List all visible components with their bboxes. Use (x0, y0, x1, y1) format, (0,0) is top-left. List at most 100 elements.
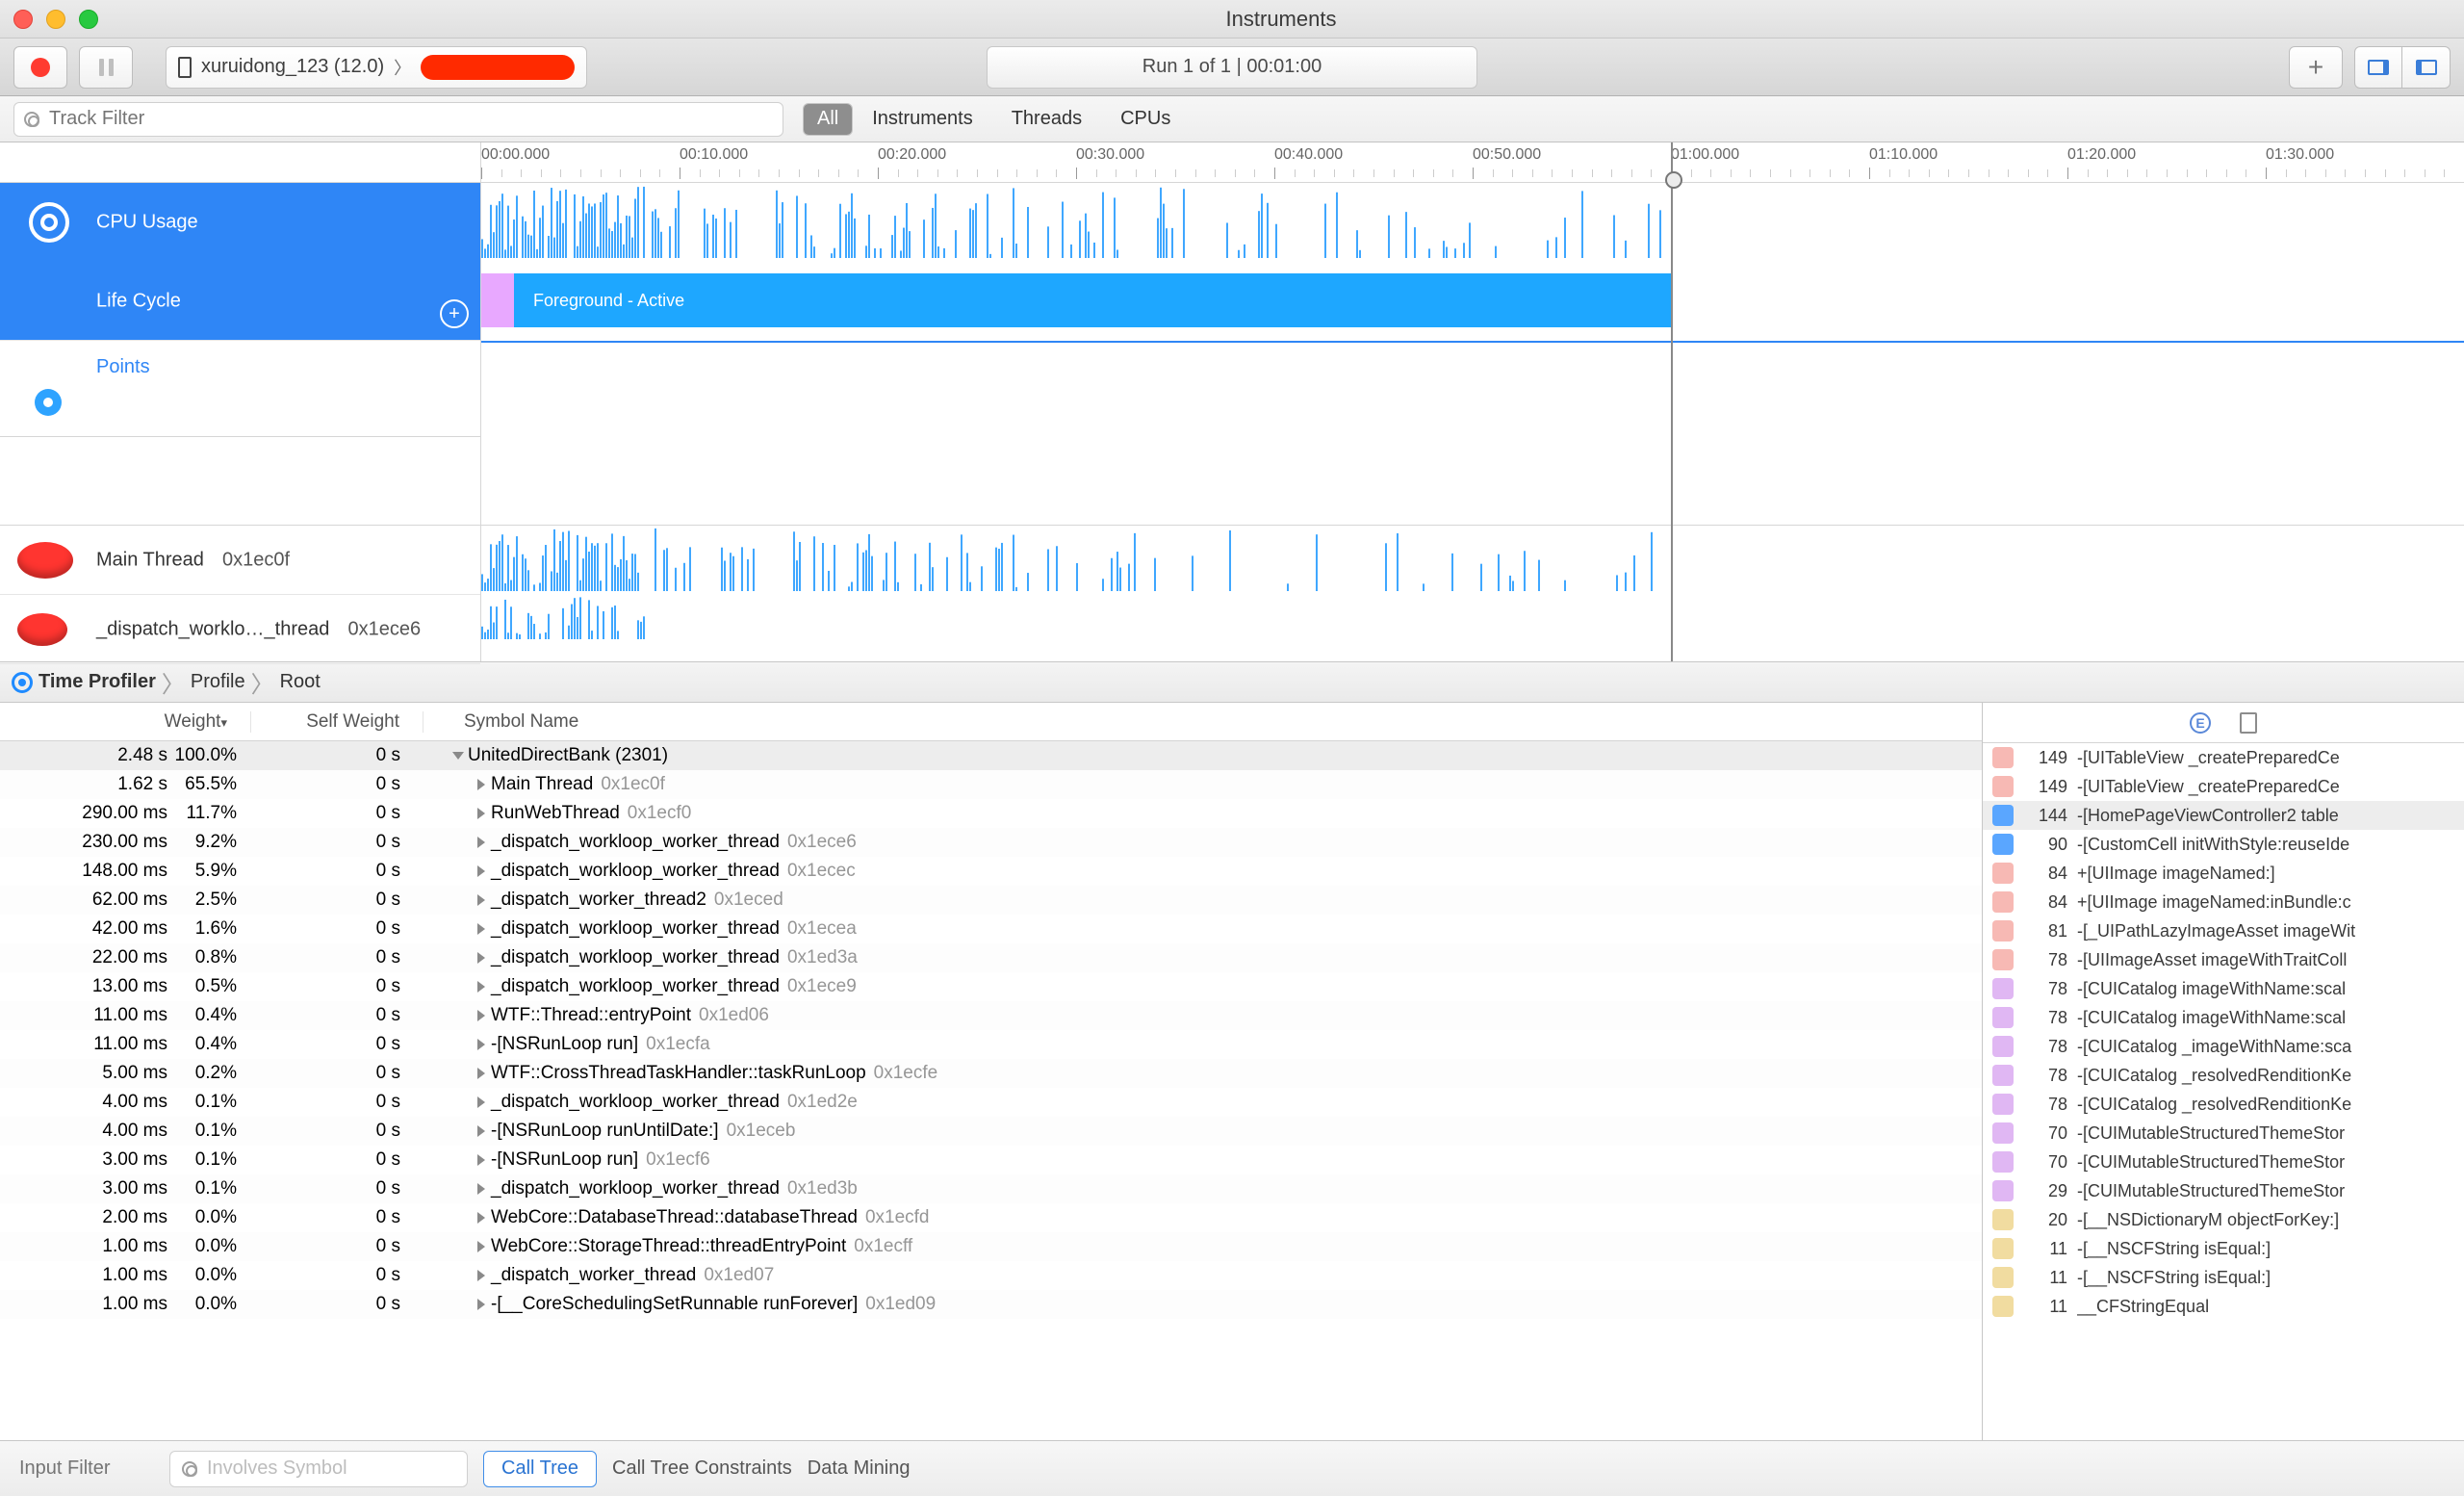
scope-all[interactable]: All (804, 104, 852, 135)
disclosure-triangle-icon[interactable] (477, 1039, 485, 1050)
scope-segment[interactable]: All (803, 103, 853, 136)
heaviest-row[interactable]: 78-[CUICatalog _resolvedRenditionKe (1983, 1090, 2464, 1119)
call-tree-button[interactable]: Call Tree (483, 1451, 597, 1487)
heaviest-row[interactable]: 90-[CustomCell initWithStyle:reuseIde (1983, 830, 2464, 859)
heaviest-rows[interactable]: 149-[UITableView _createPreparedCe149-[U… (1983, 743, 2464, 1440)
track-dispatch-thread[interactable]: _dispatch_worklo…_thread 0x1ece6 (0, 595, 480, 664)
heaviest-row[interactable]: 84+[UIImage imageNamed:inBundle:c (1983, 888, 2464, 916)
col-weight[interactable]: Weight▾ (0, 711, 250, 733)
heaviest-row[interactable]: 78-[CUICatalog imageWithName:scal (1983, 974, 2464, 1003)
call-tree-row[interactable]: 290.00 ms11.7%0 sRunWebThread0x1ecf0 (0, 799, 1982, 828)
call-tree-row[interactable]: 62.00 ms2.5%0 s_dispatch_worker_thread20… (0, 886, 1982, 915)
disclosure-triangle-icon[interactable] (477, 1010, 485, 1021)
heaviest-row[interactable]: 70-[CUIMutableStructuredThemeStor (1983, 1119, 2464, 1148)
call-tree-rows[interactable]: 2.48 s100.0%0 sUnitedDirectBank (2301)1.… (0, 741, 1982, 1440)
disclosure-triangle-icon[interactable] (477, 1212, 485, 1224)
call-tree-row[interactable]: 4.00 ms0.1%0 s-[NSRunLoop runUntilDate:]… (0, 1117, 1982, 1146)
track-filter-box[interactable] (13, 102, 783, 137)
col-symbol[interactable]: Symbol Name (454, 711, 578, 733)
disclosure-triangle-icon[interactable] (477, 779, 485, 790)
path-time-profiler[interactable]: Time Profiler (38, 671, 156, 693)
view-mode-left[interactable] (2354, 46, 2402, 89)
add-instrument-button[interactable]: + (2289, 46, 2343, 89)
heaviest-row[interactable]: 149-[UITableView _createPreparedCe (1983, 772, 2464, 801)
disclosure-triangle-icon[interactable] (477, 894, 485, 906)
disclosure-triangle-icon[interactable] (477, 952, 485, 964)
call-tree-row[interactable]: 230.00 ms9.2%0 s_dispatch_workloop_worke… (0, 828, 1982, 857)
playhead[interactable] (1671, 142, 1673, 661)
track-points[interactable]: Points (0, 341, 480, 437)
call-tree-row[interactable]: 42.00 ms1.6%0 s_dispatch_workloop_worker… (0, 915, 1982, 943)
disclosure-triangle-icon[interactable] (477, 981, 485, 993)
track-life-cycle[interactable]: Life Cycle + (0, 262, 480, 341)
call-tree-row[interactable]: 1.00 ms0.0%0 s-[__CoreSchedulingSetRunna… (0, 1290, 1982, 1319)
target-selector[interactable]: xuruidong_123 (12.0) 〉 (166, 46, 587, 89)
heaviest-row[interactable]: 11__CFStringEqual (1983, 1292, 2464, 1321)
call-tree-row[interactable]: 1.00 ms0.0%0 sWebCore::StorageThread::th… (0, 1232, 1982, 1261)
pause-button[interactable] (79, 46, 133, 89)
call-tree-row[interactable]: 22.00 ms0.8%0 s_dispatch_workloop_worker… (0, 943, 1982, 972)
record-button[interactable] (13, 46, 67, 89)
call-tree-row[interactable]: 4.00 ms0.1%0 s_dispatch_workloop_worker_… (0, 1088, 1982, 1117)
heaviest-row[interactable]: 29-[CUIMutableStructuredThemeStor (1983, 1176, 2464, 1205)
heaviest-row[interactable]: 78-[CUICatalog _resolvedRenditionKe (1983, 1061, 2464, 1090)
disclosure-triangle-icon[interactable] (477, 1183, 485, 1195)
add-track-icon[interactable]: + (440, 299, 469, 328)
heaviest-row[interactable]: 11-[__NSCFString isEqual:] (1983, 1234, 2464, 1263)
path-root[interactable]: Root (280, 671, 321, 693)
track-cpu-usage[interactable]: CPU Usage (0, 183, 480, 262)
col-self-weight[interactable]: Self Weight (250, 711, 424, 733)
path-profile[interactable]: Profile (191, 671, 245, 693)
data-mining-button[interactable]: Data Mining (808, 1457, 911, 1480)
view-mode-right[interactable] (2402, 46, 2451, 89)
heaviest-row[interactable]: 84+[UIImage imageNamed:] (1983, 859, 2464, 888)
disclosure-triangle-icon[interactable] (477, 865, 485, 877)
heaviest-row[interactable]: 149-[UITableView _createPreparedCe (1983, 743, 2464, 772)
call-tree-row[interactable]: 148.00 ms5.9%0 s_dispatch_workloop_worke… (0, 857, 1982, 886)
disclosure-triangle-icon[interactable] (477, 923, 485, 935)
heaviest-row[interactable]: 78-[UIImageAsset imageWithTraitColl (1983, 945, 2464, 974)
call-tree-row[interactable]: 2.00 ms0.0%0 sWebCore::DatabaseThread::d… (0, 1203, 1982, 1232)
disclosure-triangle-icon[interactable] (477, 1154, 485, 1166)
track-filter-input[interactable] (49, 108, 773, 130)
extended-detail-icon[interactable]: E (2190, 712, 2211, 734)
scope-instruments[interactable]: Instruments (872, 108, 972, 130)
call-tree-row[interactable]: 2.48 s100.0%0 sUnitedDirectBank (2301) (0, 741, 1982, 770)
call-tree-constraints-button[interactable]: Call Tree Constraints (612, 1457, 792, 1480)
document-icon[interactable] (2240, 712, 2257, 734)
call-tree-row[interactable]: 11.00 ms0.4%0 sWTF::Thread::entryPoint0x… (0, 1001, 1982, 1030)
disclosure-triangle-icon[interactable] (452, 752, 464, 760)
maximize-icon[interactable] (79, 10, 98, 29)
disclosure-triangle-icon[interactable] (477, 1241, 485, 1252)
call-tree-row[interactable]: 1.00 ms0.0%0 s_dispatch_worker_thread0x1… (0, 1261, 1982, 1290)
disclosure-triangle-icon[interactable] (477, 837, 485, 848)
call-tree-row[interactable]: 3.00 ms0.1%0 s-[NSRunLoop run]0x1ecf6 (0, 1146, 1982, 1174)
involves-symbol-box[interactable]: Involves Symbol (169, 1451, 468, 1487)
scope-threads[interactable]: Threads (1012, 108, 1082, 130)
heaviest-row[interactable]: 144-[HomePageViewController2 table (1983, 801, 2464, 830)
heaviest-row[interactable]: 78-[CUICatalog _imageWithName:sca (1983, 1032, 2464, 1061)
disclosure-triangle-icon[interactable] (477, 1125, 485, 1137)
input-filter[interactable] (19, 1457, 154, 1480)
call-tree-row[interactable]: 1.62 s65.5%0 sMain Thread0x1ec0f (0, 770, 1982, 799)
call-tree-row[interactable]: 3.00 ms0.1%0 s_dispatch_workloop_worker_… (0, 1174, 1982, 1203)
disclosure-triangle-icon[interactable] (477, 1299, 485, 1310)
disclosure-triangle-icon[interactable] (477, 1096, 485, 1108)
close-icon[interactable] (13, 10, 33, 29)
heaviest-row[interactable]: 70-[CUIMutableStructuredThemeStor (1983, 1148, 2464, 1176)
disclosure-triangle-icon[interactable] (477, 1270, 485, 1281)
call-tree-row[interactable]: 5.00 ms0.2%0 sWTF::CrossThreadTaskHandle… (0, 1059, 1982, 1088)
track-main-thread[interactable]: Main Thread 0x1ec0f (0, 526, 480, 595)
disclosure-triangle-icon[interactable] (477, 1068, 485, 1079)
heaviest-row[interactable]: 81-[_UIPathLazyImageAsset imageWit (1983, 916, 2464, 945)
run-status[interactable]: Run 1 of 1 | 00:01:00 (987, 46, 1477, 89)
disclosure-triangle-icon[interactable] (477, 808, 485, 819)
call-tree-row[interactable]: 11.00 ms0.4%0 s-[NSRunLoop run]0x1ecfa (0, 1030, 1982, 1059)
timeline-lanes[interactable]: 00:00.00000:10.00000:20.00000:30.00000:4… (481, 142, 2464, 661)
call-tree-row[interactable]: 13.00 ms0.5%0 s_dispatch_workloop_worker… (0, 972, 1982, 1001)
heaviest-row[interactable]: 11-[__NSCFString isEqual:] (1983, 1263, 2464, 1292)
heaviest-row[interactable]: 20-[__NSDictionaryM objectForKey:] (1983, 1205, 2464, 1234)
heaviest-row[interactable]: 78-[CUICatalog imageWithName:scal (1983, 1003, 2464, 1032)
minimize-icon[interactable] (46, 10, 65, 29)
time-ruler[interactable]: 00:00.00000:10.00000:20.00000:30.00000:4… (481, 142, 2464, 183)
